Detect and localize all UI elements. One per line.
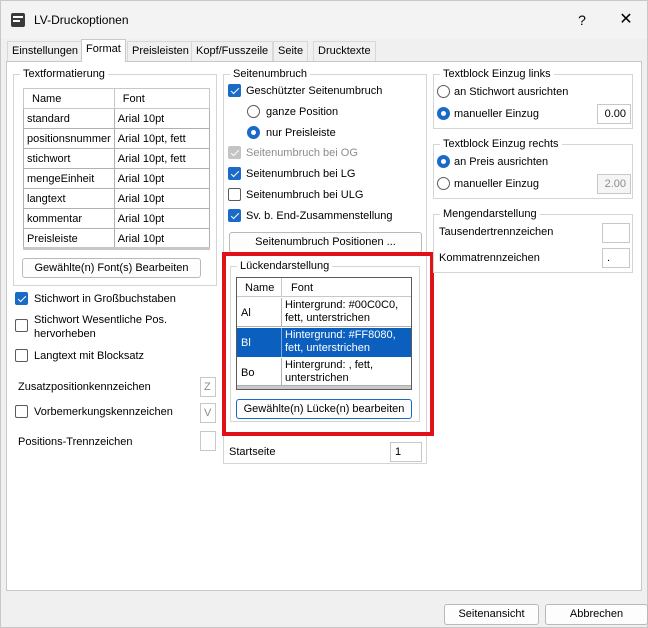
bei-ulg-checkbox[interactable] — [228, 188, 241, 201]
bei-ulg-label: Seitenumbruch bei ULG — [246, 189, 364, 201]
seitenansicht-button[interactable]: Seitenansicht — [444, 604, 539, 625]
an-stichwort-radio[interactable] — [437, 85, 450, 98]
manuell-links-label: manueller Einzug — [454, 108, 539, 120]
row-font: Arial 10pt — [113, 168, 211, 189]
bei-og-label: Seitenumbruch bei OG — [246, 147, 358, 159]
seitenumbruch-positionen-button[interactable]: Seitenumbruch Positionen ... — [229, 232, 422, 253]
mengendarstellung-legend: Mengendarstellung — [440, 208, 540, 221]
stichwort-gross-checkbox[interactable] — [15, 292, 28, 305]
table-row[interactable]: stichwort Arial 10pt, fett — [23, 148, 211, 169]
table-row[interactable]: langtext Arial 10pt — [23, 188, 211, 209]
stichwort-wesentlich-label: Stichwort Wesentliche Pos. hervorheben — [34, 314, 168, 340]
geschuetzt-label: Geschützter Seitenumbruch — [246, 85, 383, 97]
trennzeichen-field[interactable] — [200, 431, 216, 451]
table-scrollbar[interactable] — [23, 247, 210, 250]
manuell-rechts-label: manueller Einzug — [454, 178, 539, 190]
komma-label: Kommatrennzeichen — [439, 252, 540, 264]
dialog-window: LV-Druckoptionen ? ✕ Einstellungen Forma… — [0, 0, 648, 628]
tausender-field[interactable] — [602, 223, 630, 243]
column-header-name[interactable]: Name — [23, 88, 115, 109]
tab-drucktexte[interactable]: Drucktexte — [313, 41, 376, 61]
table-row[interactable]: positionsnummer Arial 10pt, fett — [23, 128, 211, 149]
langtext-blocksatz-checkbox[interactable] — [15, 349, 28, 362]
row-name: stichwort — [23, 148, 115, 169]
row-name: mengeEinheit — [23, 168, 115, 189]
bei-lg-checkbox[interactable] — [228, 167, 241, 180]
startseite-label: Startseite — [229, 446, 276, 458]
table-row[interactable]: mengeEinheit Arial 10pt — [23, 168, 211, 189]
nur-preisleiste-radio[interactable] — [247, 126, 260, 139]
column-header-font[interactable]: Font — [113, 88, 211, 109]
textformatierung-table[interactable]: Name Font standard Arial 10pt positionsnu… — [23, 88, 211, 249]
bei-lg-label: Seitenumbruch bei LG — [246, 168, 356, 180]
highlight-frame — [222, 252, 434, 436]
table-row[interactable]: kommentar Arial 10pt — [23, 208, 211, 229]
seitenumbruch-legend: Seitenumbruch — [230, 68, 310, 81]
an-preis-radio[interactable] — [437, 155, 450, 168]
row-font: Arial 10pt — [113, 188, 211, 209]
geschuetzt-checkbox[interactable] — [228, 84, 241, 97]
manuell-rechts-radio[interactable] — [437, 177, 450, 190]
stichwort-gross-label: Stichwort in Großbuchstaben — [34, 293, 176, 305]
textformatierung-legend: Textformatierung — [20, 68, 108, 81]
manuell-links-radio[interactable] — [437, 107, 450, 120]
edit-fonts-button[interactable]: Gewählte(n) Font(s) Bearbeiten — [22, 258, 201, 278]
einzug-links-field[interactable]: 0.00 — [597, 104, 631, 124]
an-preis-label: an Preis ausrichten — [454, 156, 549, 168]
abbrechen-button[interactable]: Abbrechen — [545, 604, 648, 625]
sv-end-checkbox[interactable] — [228, 209, 241, 222]
table-row[interactable]: Preisleiste Arial 10pt — [23, 228, 211, 249]
row-font: Arial 10pt — [113, 228, 211, 249]
row-font: Arial 10pt, fett — [113, 128, 211, 149]
tausender-label: Tausendertrennzeichen — [439, 226, 554, 238]
table-header: Name Font — [23, 88, 211, 109]
an-stichwort-label: an Stichwort ausrichten — [454, 86, 569, 98]
close-button[interactable]: ✕ — [611, 5, 641, 35]
row-font: Arial 10pt, fett — [113, 148, 211, 169]
vorbemerkung-label: Vorbemerkungskennzeichen — [34, 406, 173, 418]
app-icon — [11, 13, 25, 27]
sv-end-label: Sv. b. End-Zusammenstellung — [246, 210, 393, 222]
ganze-position-label: ganze Position — [266, 106, 339, 118]
trennzeichen-label: Positions-Trennzeichen — [18, 436, 133, 448]
title-bar: LV-Druckoptionen ? ✕ — [1, 1, 647, 39]
row-name: positionsnummer — [23, 128, 115, 149]
textblock-links-legend: Textblock Einzug links — [440, 68, 554, 81]
tab-kopf-fusszeile[interactable]: Kopf/Fusszeile — [191, 41, 274, 61]
langtext-blocksatz-label: Langtext mit Blocksatz — [34, 350, 145, 362]
help-button[interactable]: ? — [567, 5, 597, 35]
startseite-field[interactable]: 1 — [390, 442, 422, 462]
row-font: Arial 10pt — [113, 108, 211, 129]
zusatzposition-label: Zusatzpositionkennzeichen — [18, 381, 151, 393]
row-font: Arial 10pt — [113, 208, 211, 229]
vorbemerkung-checkbox[interactable] — [15, 405, 28, 418]
vorbemerkung-field[interactable]: V — [200, 403, 216, 423]
tab-seite[interactable]: Seite — [273, 41, 309, 61]
row-name: kommentar — [23, 208, 115, 229]
stichwort-wesentlich-checkbox[interactable] — [15, 319, 28, 332]
window-title: LV-Druckoptionen — [34, 13, 129, 27]
row-name: standard — [23, 108, 115, 129]
row-name: Preisleiste — [23, 228, 115, 249]
einzug-rechts-field[interactable]: 2.00 — [597, 174, 631, 194]
bei-og-checkbox[interactable] — [228, 146, 241, 159]
tab-format[interactable]: Format — [81, 39, 126, 62]
nur-preisleiste-label: nur Preisleiste — [266, 127, 336, 139]
komma-field[interactable]: . — [602, 248, 630, 268]
textblock-rechts-legend: Textblock Einzug rechts — [440, 138, 562, 151]
zusatzposition-field[interactable]: Z — [200, 377, 216, 397]
tab-einstellungen[interactable]: Einstellungen — [7, 41, 84, 61]
row-name: langtext — [23, 188, 115, 209]
table-row[interactable]: standard Arial 10pt — [23, 108, 211, 129]
tab-preisleisten[interactable]: Preisleisten — [127, 41, 194, 61]
ganze-position-radio[interactable] — [247, 105, 260, 118]
